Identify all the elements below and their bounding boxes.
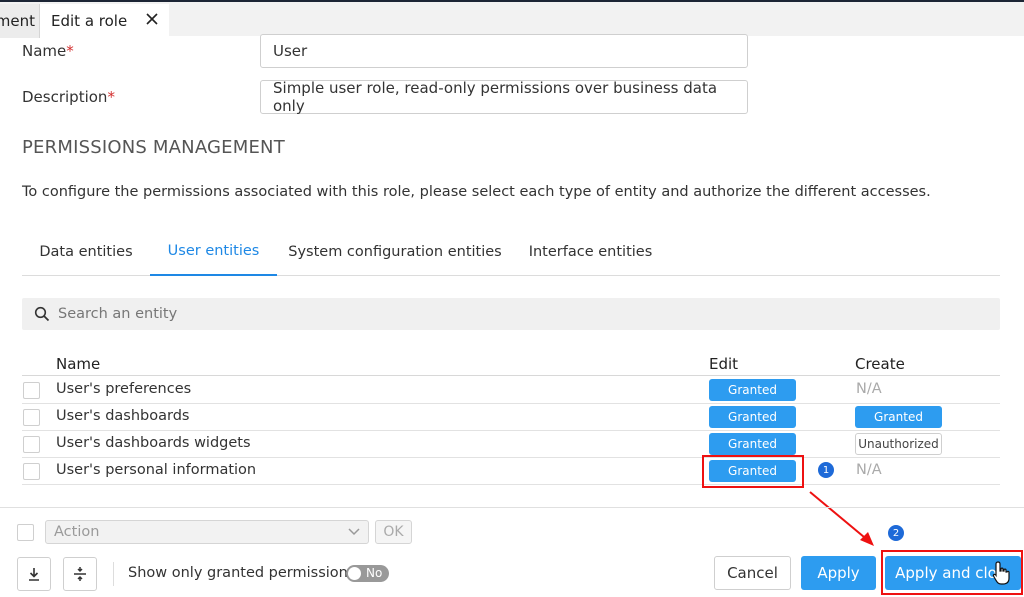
permissions-title: PERMISSIONS MANAGEMENT — [22, 137, 285, 158]
tab-previous-label: ment — [0, 12, 35, 30]
row-checkbox[interactable] — [23, 463, 40, 480]
edit-permission-badge[interactable]: Granted — [709, 379, 796, 401]
close-icon[interactable] — [143, 10, 161, 28]
row-checkbox[interactable] — [23, 382, 40, 399]
search-placeholder: Search an entity — [58, 306, 178, 322]
action-select[interactable]: Action — [45, 520, 369, 544]
column-create: Create — [855, 355, 905, 373]
entity-search[interactable]: Search an entity — [22, 298, 1000, 330]
name-input-value: User — [273, 42, 308, 60]
search-icon — [34, 306, 50, 322]
apply-button[interactable]: Apply — [801, 556, 876, 590]
required-marker: * — [107, 88, 115, 106]
edit-permission-badge[interactable]: Granted — [709, 406, 796, 428]
toggle-label: No — [366, 566, 383, 580]
step-badge-1: 1 — [818, 462, 834, 478]
hand-cursor-icon — [992, 561, 1010, 585]
action-select-value: Action — [54, 524, 100, 540]
download-button[interactable] — [17, 557, 51, 591]
row-checkbox[interactable] — [23, 436, 40, 453]
footer-separator — [113, 562, 114, 586]
description-label-text: Description — [22, 88, 108, 106]
arrow-annotation — [809, 491, 874, 546]
toggle-knob — [348, 567, 361, 580]
row-name: User's dashboards widgets — [56, 435, 251, 451]
create-permission-badge[interactable]: Unauthorized — [855, 433, 942, 455]
edit-permission-badge[interactable]: Granted — [709, 433, 796, 455]
table-row: User's preferences Granted N/A — [22, 377, 1000, 404]
expand-collapse-button[interactable] — [63, 557, 97, 591]
required-marker: * — [66, 42, 74, 60]
row-checkbox[interactable] — [23, 409, 40, 426]
name-label: Name* — [22, 42, 74, 60]
row-name: User's dashboards — [56, 408, 190, 424]
tab-interface-entities[interactable]: Interface entities — [513, 228, 668, 276]
entity-tabs: Data entities User entities System confi… — [22, 228, 1000, 276]
table-header-divider — [22, 375, 1000, 376]
row-name: User's preferences — [56, 381, 192, 397]
expand-vertical-icon — [74, 567, 86, 581]
select-all-checkbox[interactable] — [17, 524, 34, 541]
ok-button[interactable]: OK — [375, 520, 412, 544]
column-edit: Edit — [709, 355, 739, 373]
chevron-down-icon — [348, 528, 360, 536]
cancel-button[interactable]: Cancel — [714, 556, 791, 590]
permissions-description: To configure the permissions associated … — [22, 184, 931, 200]
highlight-box-granted — [702, 455, 804, 488]
name-input[interactable]: User — [260, 34, 748, 68]
table-row: User's dashboards Granted Granted — [22, 404, 1000, 431]
create-permission-na: N/A — [856, 462, 882, 478]
show-granted-label: Show only granted permissions — [128, 565, 356, 581]
tab-previous[interactable]: ment — [0, 4, 40, 38]
create-permission-badge[interactable]: Granted — [855, 406, 942, 428]
show-granted-toggle[interactable]: No — [346, 565, 389, 582]
step-badge-2: 2 — [888, 525, 904, 541]
tab-user-entities[interactable]: User entities — [150, 228, 277, 276]
tab-data-entities[interactable]: Data entities — [22, 228, 150, 276]
table-row: User's dashboards widgets Granted Unauth… — [22, 431, 1000, 458]
tab-system-configuration-entities[interactable]: System configuration entities — [277, 228, 513, 276]
description-input[interactable]: Simple user role, read-only permissions … — [260, 79, 748, 115]
download-icon — [29, 568, 39, 581]
tab-edit-role-label: Edit a role — [51, 12, 128, 30]
description-label: Description* — [22, 88, 115, 106]
column-name: Name — [56, 355, 101, 373]
top-tab-bar: ment Edit a role — [0, 0, 1024, 38]
name-label-text: Name — [22, 42, 67, 60]
table-row: User's personal information Granted N/A — [22, 458, 1000, 485]
footer-divider — [0, 507, 1024, 508]
description-input-value: Simple user role, read-only permissions … — [273, 79, 718, 115]
row-name: User's personal information — [56, 462, 257, 478]
create-permission-na: N/A — [856, 381, 882, 397]
